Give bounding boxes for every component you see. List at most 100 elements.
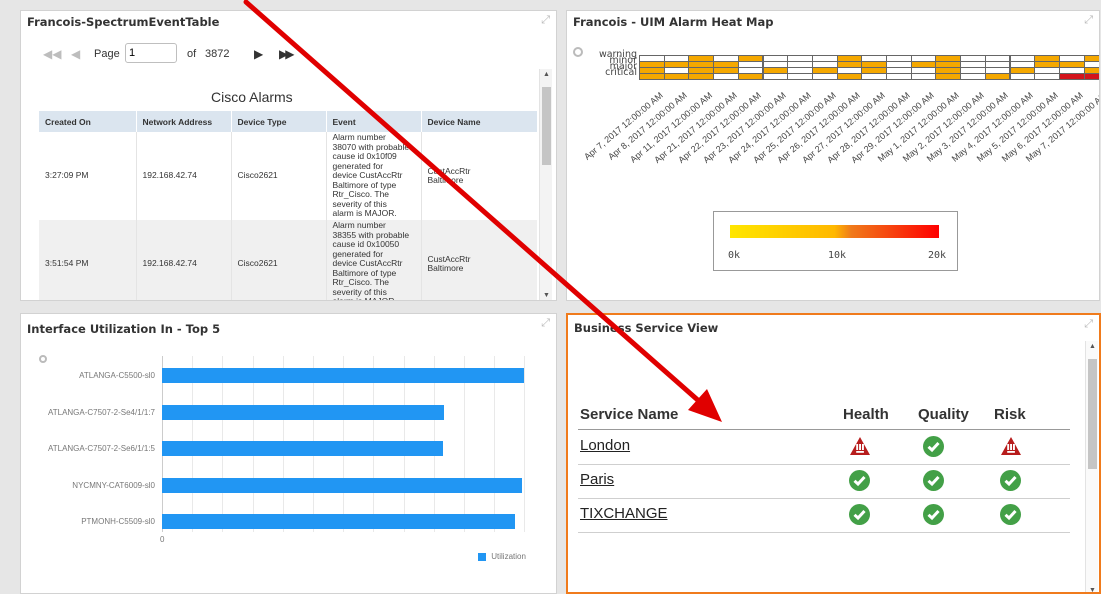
heat-legend-max: 20k xyxy=(928,250,947,261)
device-name-line: Baltimore xyxy=(427,263,464,273)
service-name-header: Service Name xyxy=(580,406,679,423)
ok-check-icon[interactable] xyxy=(1000,470,1021,491)
heat-cell[interactable] xyxy=(960,73,986,80)
bar-category-label: ATLANGA-C7507-2-Se6/1/1:5 xyxy=(47,444,155,453)
page-label: Page xyxy=(94,48,120,60)
heat-legend-gradient xyxy=(730,225,939,238)
event-line: alarm is MAJOR. xyxy=(333,297,415,300)
scroll-up-icon[interactable]: ▲ xyxy=(1086,343,1099,350)
scroll-thumb[interactable] xyxy=(542,87,551,165)
heat-row-label: critical xyxy=(605,67,637,78)
scroll-thumb[interactable] xyxy=(1088,359,1097,469)
panel-title: Francois-SpectrumEventTable xyxy=(27,15,220,29)
heat-cell[interactable] xyxy=(1009,73,1036,80)
next-page-icon[interactable]: ▶ xyxy=(254,47,263,61)
bar-category-label: PTMONH-C5509-sl0 xyxy=(81,517,155,526)
ok-check-icon[interactable] xyxy=(849,504,870,525)
cell-created-on: 3:27:09 PM xyxy=(39,132,137,220)
ok-check-icon[interactable] xyxy=(1000,504,1021,525)
col-network-address[interactable]: Network Address xyxy=(136,111,232,132)
utilization-bar[interactable] xyxy=(162,441,443,456)
cell-device-type: Cisco2621 xyxy=(231,220,327,300)
critical-alert-icon[interactable] xyxy=(849,436,871,456)
table-scrollbar[interactable]: ▲ ▼ xyxy=(539,69,553,300)
table-row[interactable]: 3:27:09 PM 192.168.42.74 Cisco2621 Alarm nu… xyxy=(39,132,537,220)
heat-cell[interactable] xyxy=(836,73,863,80)
heat-cell[interactable] xyxy=(811,73,838,80)
bar-category-label: ATLANGA-C5500-sl0 xyxy=(79,371,155,380)
ok-check-icon[interactable] xyxy=(923,504,944,525)
col-created-on[interactable]: Created On xyxy=(39,111,137,132)
table-row[interactable]: 3:51:54 PM 192.168.42.74 Cisco2621 Alarm nu… xyxy=(39,220,537,300)
utilization-bar[interactable] xyxy=(162,404,445,420)
cell-device-name: CustAccRtr Baltimore xyxy=(421,220,537,300)
grid-line xyxy=(524,356,526,532)
health-header: Health xyxy=(843,406,889,423)
utilization-bar[interactable] xyxy=(162,514,515,529)
chart-legend: Utilization xyxy=(478,552,526,561)
ok-check-icon[interactable] xyxy=(923,436,944,457)
panel-title: Business Service View xyxy=(574,321,719,335)
ok-check-icon[interactable] xyxy=(923,470,944,491)
heat-cell[interactable] xyxy=(1034,73,1060,80)
table-header-row: Created On Network Address Device Type E… xyxy=(39,111,537,132)
service-link-tixchange[interactable]: TIXCHANGE xyxy=(580,505,668,522)
heat-cell[interactable] xyxy=(663,73,690,80)
ok-check-icon[interactable] xyxy=(849,470,870,491)
last-page-icon[interactable]: ▶▶ xyxy=(279,47,295,61)
col-event[interactable]: Event xyxy=(326,111,422,132)
service-link-paris[interactable]: Paris xyxy=(580,471,614,488)
heat-cell[interactable] xyxy=(639,73,665,80)
row-divider xyxy=(578,532,1070,533)
heat-cell[interactable] xyxy=(1083,73,1099,80)
scroll-up-icon[interactable]: ▲ xyxy=(540,71,553,78)
event-line: alarm is MAJOR. xyxy=(332,208,397,219)
heat-cell[interactable] xyxy=(861,73,887,80)
col-device-type[interactable]: Device Type xyxy=(231,111,327,132)
heat-cell[interactable] xyxy=(935,73,962,80)
header-divider xyxy=(578,429,1070,430)
heat-legend: 0k 10k 20k xyxy=(713,211,958,271)
service-scrollbar[interactable]: ▲ ▼ xyxy=(1085,341,1099,592)
pager: ◀◀ ◀ Page of 3872 ▶ ▶▶ xyxy=(43,43,343,67)
heat-cell[interactable] xyxy=(984,73,1011,80)
heat-cell[interactable] xyxy=(910,73,937,80)
expand-icon[interactable]: ⤢ xyxy=(541,15,550,26)
scroll-down-icon[interactable]: ▼ xyxy=(540,292,553,299)
heat-cell[interactable] xyxy=(713,73,739,80)
legend-label: Utilization xyxy=(491,552,526,561)
heat-cell[interactable] xyxy=(688,73,715,80)
bar-category-label: ATLANGA-C7507-2-Se4/1/1:7 xyxy=(47,407,155,417)
page-number-input[interactable] xyxy=(125,43,177,63)
utilization-bar[interactable] xyxy=(162,368,524,383)
heat-legend-min: 0k xyxy=(728,250,741,261)
service-link-london[interactable]: London xyxy=(580,437,630,454)
heat-cell[interactable] xyxy=(1058,73,1085,80)
utilization-bar-chart: ATLANGA-C5500-sl0 ATLANGA-C7507-2-Se4/1/1… xyxy=(21,314,556,593)
cell-created-on: 3:51:54 PM xyxy=(39,220,137,300)
first-page-icon[interactable]: ◀◀ xyxy=(43,47,61,61)
heat-legend-mid: 10k xyxy=(828,250,847,261)
heat-cell[interactable] xyxy=(886,73,912,80)
cell-network-address: 192.168.42.74 xyxy=(136,132,232,220)
of-label: of xyxy=(187,48,197,60)
utilization-bar[interactable] xyxy=(162,477,523,493)
axis-zero-label: 0 xyxy=(160,535,165,544)
heat-cell[interactable] xyxy=(737,73,764,80)
scroll-down-icon[interactable]: ▼ xyxy=(1086,587,1099,592)
quality-header: Quality xyxy=(918,406,969,423)
col-device-name[interactable]: Device Name xyxy=(421,111,537,132)
total-pages: 3872 xyxy=(205,48,230,60)
row-divider xyxy=(578,464,1070,465)
prev-page-icon[interactable]: ◀ xyxy=(71,47,80,61)
cell-device-name: CustAccRtr Baltimore xyxy=(421,132,537,220)
expand-icon[interactable]: ⤢ xyxy=(1084,319,1093,330)
heat-cell[interactable] xyxy=(787,73,813,80)
alarm-table: Created On Network Address Device Type E… xyxy=(39,111,537,300)
alarm-heat-map-panel: Francois - UIM Alarm Heat Map ⤢ warning m… xyxy=(566,10,1100,301)
heat-cell[interactable] xyxy=(762,73,789,80)
critical-alert-icon[interactable] xyxy=(1000,436,1022,456)
spectrum-event-table-panel: Francois-SpectrumEventTable ⤢ ◀◀ ◀ Page … xyxy=(20,10,557,301)
cell-network-address: 192.168.42.74 xyxy=(136,220,232,300)
table-scroll-area: Created On Network Address Device Type E… xyxy=(39,111,537,300)
